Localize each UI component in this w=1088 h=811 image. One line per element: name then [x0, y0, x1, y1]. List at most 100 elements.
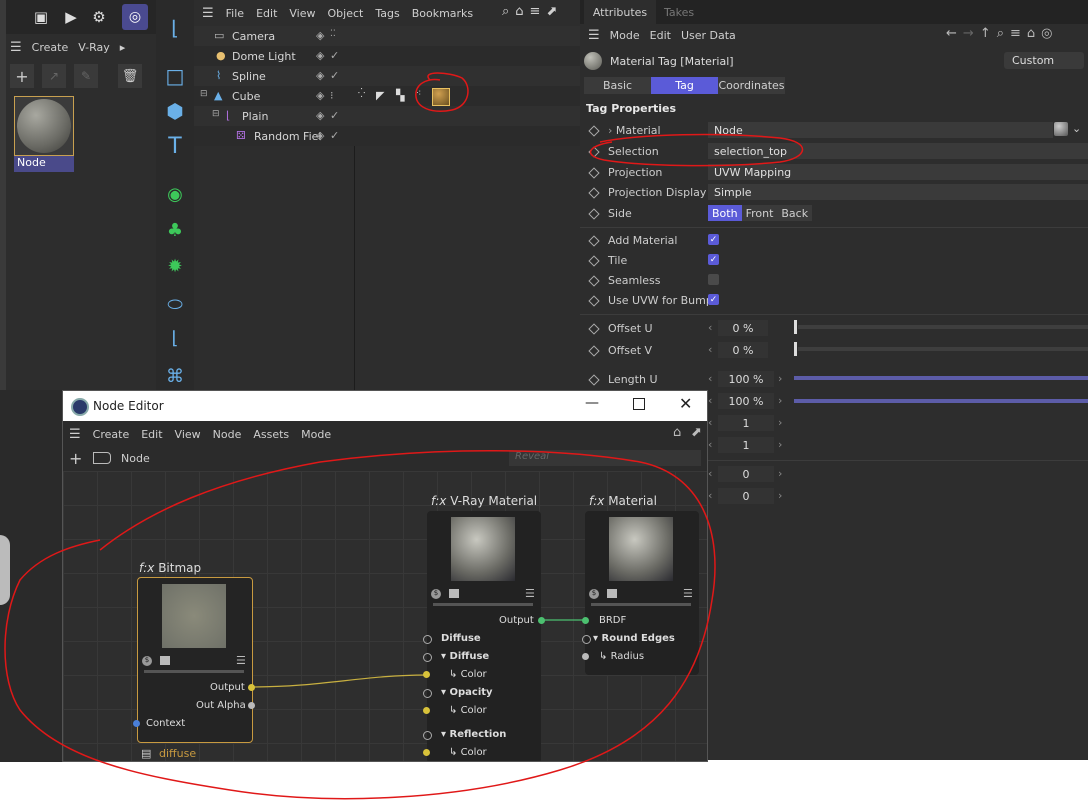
- keyframe-icon[interactable]: [588, 235, 600, 247]
- diffuse-sub-port[interactable]: [423, 653, 432, 662]
- layer-icon[interactable]: ◈: [316, 49, 324, 62]
- object-row-plain[interactable]: ⊟ ⌊ Plain ◈ ✓: [194, 106, 580, 126]
- image-icon[interactable]: [607, 589, 617, 598]
- diffuse-color-port[interactable]: [423, 671, 430, 678]
- dollar-icon[interactable]: $: [142, 656, 152, 666]
- offset-v-slider[interactable]: [798, 347, 1088, 351]
- material-brdf-port[interactable]: [582, 617, 589, 624]
- offset-v-slider-knob[interactable]: [794, 342, 797, 356]
- filter-icon[interactable]: ≡: [1010, 26, 1021, 41]
- projection-dropdown[interactable]: UVW Mapping: [708, 164, 1088, 180]
- render-region-icon[interactable]: ▣: [30, 6, 52, 28]
- dollar-icon[interactable]: $: [589, 589, 599, 599]
- target-icon[interactable]: ◎: [1041, 26, 1052, 41]
- side-both[interactable]: Both: [708, 205, 742, 221]
- deformer-icon[interactable]: ⬭: [161, 290, 189, 318]
- material-tag-icon[interactable]: [432, 88, 450, 106]
- keyframe-icon[interactable]: [588, 255, 600, 267]
- collapse-icon[interactable]: ⊟: [212, 109, 220, 119]
- vray-material-node[interactable]: $ ☰ Output Diffuse ▾ Diffuse ↳ Color ▾ O…: [427, 511, 541, 761]
- object-row-random-field[interactable]: ⚄ Random Fiel ◈ ✓: [194, 126, 580, 146]
- eyedropper-icon[interactable]: ✎: [74, 64, 98, 88]
- cloner-icon[interactable]: ♣: [161, 216, 189, 244]
- side-back[interactable]: Back: [777, 205, 813, 221]
- vray-output-port[interactable]: [538, 617, 545, 624]
- bitmap-context-port[interactable]: [133, 720, 140, 727]
- check-icon[interactable]: ✓: [330, 129, 339, 142]
- length-u-field[interactable]: 100 %: [718, 371, 774, 387]
- forward-arrow-icon[interactable]: →: [963, 26, 974, 41]
- decrement-icon[interactable]: ‹: [708, 489, 712, 502]
- material-name[interactable]: Node: [14, 156, 74, 172]
- menu-view[interactable]: View: [289, 7, 315, 20]
- add-icon[interactable]: +: [10, 64, 34, 88]
- round-edges-port[interactable]: [582, 635, 591, 644]
- effector-icon[interactable]: ✹: [161, 252, 189, 280]
- keyframe-icon[interactable]: [588, 295, 600, 307]
- radius-port[interactable]: [582, 653, 589, 660]
- object-row-dome-light[interactable]: ● Dome Light ◈ ✓: [194, 46, 580, 66]
- decrement-icon[interactable]: ‹: [708, 372, 712, 385]
- menu-tags[interactable]: Tags: [375, 7, 399, 20]
- check-icon[interactable]: ✓: [330, 69, 339, 82]
- menu-edit[interactable]: Edit: [650, 29, 671, 42]
- keyframe-icon[interactable]: [588, 125, 600, 137]
- menu-mode[interactable]: Mode: [610, 29, 640, 42]
- tiles-v-field[interactable]: 1: [718, 437, 774, 453]
- home-icon[interactable]: ⌂: [515, 4, 523, 19]
- decrement-icon[interactable]: ‹: [708, 438, 712, 451]
- points-tag-icon[interactable]: ⁖: [416, 89, 421, 99]
- menu-user-data[interactable]: User Data: [681, 29, 736, 42]
- move-icon[interactable]: ⌊: [161, 14, 189, 42]
- offset-u-field[interactable]: 0 %: [718, 320, 768, 336]
- array-icon[interactable]: ◉: [161, 180, 189, 208]
- preset-dropdown[interactable]: Custom: [1004, 52, 1084, 69]
- material-swatch-icon[interactable]: [1054, 122, 1068, 136]
- link-icon[interactable]: ↗: [42, 64, 66, 88]
- cube-icon[interactable]: ⬢: [161, 97, 189, 125]
- material-node[interactable]: $ ☰ BRDF ▾ Round Edges ↳ Radius: [585, 511, 699, 675]
- add-material-checkbox[interactable]: ✓: [708, 234, 719, 245]
- sphere-mode-icon[interactable]: ◎: [122, 4, 148, 30]
- keyframe-icon[interactable]: [588, 146, 600, 158]
- filter-icon[interactable]: ≡: [530, 4, 541, 19]
- check-icon[interactable]: ✓: [330, 109, 339, 122]
- keyframe-icon[interactable]: [588, 167, 600, 179]
- use-uvw-checkbox[interactable]: ✓: [708, 294, 719, 305]
- hamburger-icon[interactable]: ☰: [588, 28, 600, 43]
- selection-field[interactable]: selection_top: [708, 143, 1088, 159]
- menu-icon[interactable]: ☰: [683, 587, 693, 600]
- keyframe-icon[interactable]: [588, 345, 600, 357]
- subtab-basic[interactable]: Basic: [584, 77, 651, 94]
- keyframe-icon[interactable]: [588, 323, 600, 335]
- chevron-right-icon[interactable]: ▸: [120, 41, 126, 54]
- collapse-icon[interactable]: ⊟: [200, 89, 208, 99]
- decrement-icon[interactable]: ‹: [708, 394, 712, 407]
- up-arrow-icon[interactable]: ↑: [980, 26, 991, 41]
- subtab-coordinates[interactable]: Coordinates: [718, 77, 785, 94]
- projection-display-dropdown[interactable]: Simple: [708, 184, 1088, 200]
- render-view-icon[interactable]: ▶: [60, 6, 82, 28]
- increment-icon[interactable]: ›: [778, 416, 782, 429]
- trash-icon[interactable]: 🗑: [118, 64, 142, 88]
- decrement-icon[interactable]: ‹: [708, 467, 712, 480]
- check-icon[interactable]: ✓: [330, 49, 339, 62]
- diffuse-group-port[interactable]: [423, 635, 432, 644]
- keyframe-icon[interactable]: [588, 208, 600, 220]
- texture-tag-icon[interactable]: ◤: [376, 89, 384, 102]
- keyframe-icon[interactable]: [588, 187, 600, 199]
- opacity-color-port[interactable]: [423, 707, 430, 714]
- increment-icon[interactable]: ›: [778, 467, 782, 480]
- object-row-cube[interactable]: ⊟ ▲ Cube ◈ ⁝ ⁛ ◤ ▚ ⁖: [194, 86, 580, 106]
- keyframe-icon[interactable]: [588, 275, 600, 287]
- search-icon[interactable]: ⌕: [997, 26, 1004, 41]
- image-icon[interactable]: [160, 656, 170, 665]
- selection-tag-icon[interactable]: ⁛: [358, 89, 365, 99]
- decrement-icon[interactable]: ‹: [708, 416, 712, 429]
- bitmap-node[interactable]: $ ☰ Output Out Alpha Context: [137, 577, 253, 743]
- reflection-port[interactable]: [423, 731, 432, 740]
- increment-icon[interactable]: ›: [778, 372, 782, 385]
- layer-icon[interactable]: ◈: [316, 29, 324, 42]
- menu-edit[interactable]: Edit: [256, 7, 277, 20]
- visibility-icon[interactable]: ⁚⁚: [330, 29, 336, 39]
